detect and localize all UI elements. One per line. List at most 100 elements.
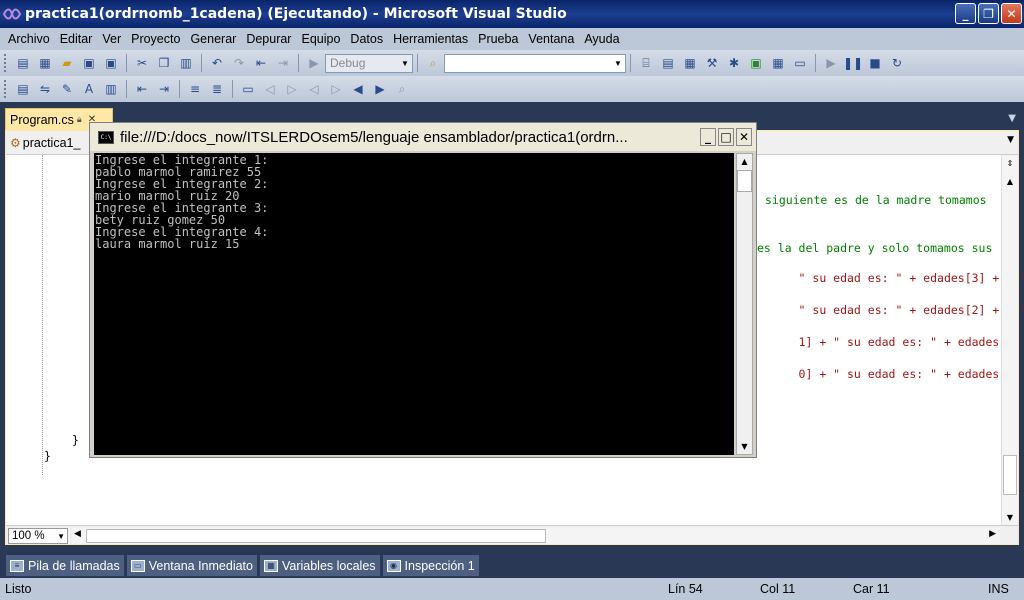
scroll-down-icon[interactable]: ▼ bbox=[737, 439, 752, 454]
menu-herramientas[interactable]: Herramientas bbox=[389, 32, 472, 46]
split-icon[interactable]: ⇕ bbox=[1002, 155, 1018, 171]
copy-icon[interactable]: ❐ bbox=[155, 55, 173, 71]
increase-indent-icon[interactable]: ⇥ bbox=[155, 81, 173, 97]
console-close-button[interactable]: ✕ bbox=[736, 128, 752, 146]
navigate-forward-icon[interactable]: ⇥ bbox=[274, 55, 292, 71]
lock-icon: 🔒︎ bbox=[76, 114, 82, 124]
watch-icon: ◉ bbox=[386, 559, 401, 572]
solution-explorer-icon[interactable]: ⌸ bbox=[637, 55, 655, 71]
tab-immediate-window[interactable]: ▭ Ventana Inmediato bbox=[126, 555, 257, 576]
display-object-member-list-icon[interactable]: ▤ bbox=[14, 81, 32, 97]
scroll-left-icon[interactable]: ◀ bbox=[74, 529, 81, 539]
menu-ver[interactable]: Ver bbox=[98, 32, 125, 46]
break-all-icon[interactable]: ❚❚ bbox=[843, 55, 863, 71]
object-browser-icon[interactable]: ▦ bbox=[681, 55, 699, 71]
menu-bar: Archivo Editar Ver Proyecto Generar Depu… bbox=[0, 28, 1024, 50]
close-button[interactable]: ✕ bbox=[1001, 3, 1022, 24]
previous-bookmark-icon[interactable]: ◁ bbox=[261, 81, 279, 97]
toolbar-separator bbox=[630, 54, 631, 72]
parameter-info-icon[interactable]: ⇋ bbox=[36, 81, 54, 97]
uncomment-lines-icon[interactable]: ≣ bbox=[208, 81, 226, 97]
toolbar-separator bbox=[417, 54, 418, 72]
previous-bookmark-folder-icon[interactable]: ◁ bbox=[305, 81, 323, 97]
console-minimize-button[interactable]: _ bbox=[700, 128, 716, 146]
clear-bookmarks-icon[interactable]: ⌕ bbox=[393, 81, 411, 97]
tab-watch-1[interactable]: ◉ Inspección 1 bbox=[382, 555, 479, 576]
menu-generar[interactable]: Generar bbox=[186, 32, 240, 46]
restore-button[interactable]: ❐ bbox=[978, 3, 999, 24]
next-bookmark-icon[interactable]: ▷ bbox=[283, 81, 301, 97]
code-line-text: " su edad es: " + edades[2] + "."); bbox=[798, 303, 1024, 317]
start-page-icon[interactable]: ▣ bbox=[747, 55, 765, 71]
console-output[interactable]: Ingrese el integrante 1: pablo marmol ra… bbox=[94, 153, 734, 455]
minimize-button[interactable]: _ bbox=[955, 3, 976, 24]
complete-word-icon[interactable]: A bbox=[80, 81, 98, 97]
find-combo[interactable]: ▼ bbox=[444, 53, 626, 73]
scroll-up-icon[interactable]: ▲ bbox=[1002, 173, 1018, 189]
console-maximize-button[interactable]: □ bbox=[718, 128, 734, 146]
console-window[interactable]: C:\ file:///D:/docs_now/ITSLERDOsem5/len… bbox=[89, 122, 757, 458]
chevron-down-icon[interactable]: ▼ bbox=[1007, 135, 1014, 145]
redo-icon[interactable]: ↷ bbox=[230, 55, 248, 71]
tools-icon[interactable]: ✱ bbox=[725, 55, 743, 71]
menu-editar[interactable]: Editar bbox=[56, 32, 97, 46]
toolbar-grip[interactable] bbox=[4, 54, 8, 72]
save-icon[interactable]: ▣ bbox=[80, 55, 98, 71]
undo-icon[interactable]: ↶ bbox=[208, 55, 226, 71]
start-icon[interactable]: ▶ bbox=[305, 55, 323, 71]
cut-icon[interactable]: ✂ bbox=[133, 55, 151, 71]
menu-ayuda[interactable]: Ayuda bbox=[580, 32, 623, 46]
scroll-right-icon[interactable]: ▶ bbox=[989, 529, 996, 539]
menu-equipo[interactable]: Equipo bbox=[297, 32, 344, 46]
menu-datos[interactable]: Datos bbox=[346, 32, 387, 46]
properties-icon[interactable]: ▤ bbox=[659, 55, 677, 71]
continue-icon[interactable]: ▶ bbox=[822, 55, 840, 71]
find-in-files-icon[interactable]: ⌕ bbox=[424, 55, 442, 71]
console-title-bar[interactable]: C:\ file:///D:/docs_now/ITSLERDOsem5/len… bbox=[90, 123, 756, 151]
navigate-back-icon[interactable]: ⇤ bbox=[252, 55, 270, 71]
scroll-thumb[interactable] bbox=[1003, 455, 1017, 495]
toggle-bookmark-icon[interactable]: ▭ bbox=[239, 81, 257, 97]
menu-prueba[interactable]: Prueba bbox=[474, 32, 522, 46]
menu-ventana[interactable]: Ventana bbox=[524, 32, 578, 46]
locals-icon: ▦ bbox=[263, 559, 278, 572]
stop-debugging-icon[interactable]: ■ bbox=[866, 55, 884, 71]
scroll-up-icon[interactable]: ▲ bbox=[737, 154, 752, 169]
next-bookmark-doc-icon[interactable]: ▶ bbox=[371, 81, 389, 97]
visual-studio-icon bbox=[3, 7, 21, 21]
tab-call-stack[interactable]: ≡ Pila de llamadas bbox=[6, 555, 124, 576]
editor-vertical-scrollbar[interactable]: ⇕ ▲ ▼ bbox=[1001, 155, 1018, 525]
bookmark-list-icon[interactable]: ▥ bbox=[102, 81, 120, 97]
open-file-icon[interactable]: ▰ bbox=[58, 55, 76, 71]
status-character: Car 11 bbox=[853, 582, 890, 596]
menu-archivo[interactable]: Archivo bbox=[4, 32, 54, 46]
add-item-icon[interactable]: ▦ bbox=[36, 55, 54, 71]
decrease-indent-icon[interactable]: ⇤ bbox=[133, 81, 151, 97]
comment-lines-icon[interactable]: ≡ bbox=[186, 81, 204, 97]
console-scroll-thumb[interactable] bbox=[737, 170, 752, 192]
restart-icon[interactable]: ↻ bbox=[888, 55, 906, 71]
quick-info-icon[interactable]: ✎ bbox=[58, 81, 76, 97]
previous-bookmark-doc-icon[interactable]: ◀ bbox=[349, 81, 367, 97]
save-all-icon[interactable]: ▣ bbox=[102, 55, 120, 71]
menu-depurar[interactable]: Depurar bbox=[242, 32, 295, 46]
paste-icon[interactable]: ▥ bbox=[177, 55, 195, 71]
zoom-combo[interactable]: 100 % ▼ bbox=[8, 528, 68, 544]
toolbox-icon[interactable]: ⚒ bbox=[703, 55, 721, 71]
types-combo[interactable]: ⚙ practica1_ bbox=[10, 134, 80, 152]
solution-config-combo[interactable]: Debug ▼ bbox=[325, 53, 413, 73]
console-scrollbar[interactable]: ▲ ▼ bbox=[736, 153, 753, 455]
editor-bottom-bar: 100 % ▼ ◀ ▶ bbox=[6, 525, 1018, 544]
next-bookmark-folder-icon[interactable]: ▷ bbox=[327, 81, 345, 97]
horizontal-scroll-thumb[interactable] bbox=[86, 529, 546, 543]
active-files-dropdown-icon[interactable]: ▼ bbox=[1008, 113, 1016, 124]
new-project-icon[interactable]: ▤ bbox=[14, 55, 32, 71]
extension-icon[interactable]: ▦ bbox=[769, 55, 787, 71]
toolbar-grip[interactable] bbox=[4, 80, 8, 98]
menu-proyecto[interactable]: Proyecto bbox=[127, 32, 184, 46]
command-window-icon[interactable]: ▭ bbox=[791, 55, 809, 71]
tab-locals[interactable]: ▦ Variables locales bbox=[259, 555, 380, 576]
status-column: Col 11 bbox=[760, 582, 796, 596]
scroll-down-icon[interactable]: ▼ bbox=[1002, 509, 1018, 525]
status-insert-mode: INS bbox=[988, 582, 1009, 596]
